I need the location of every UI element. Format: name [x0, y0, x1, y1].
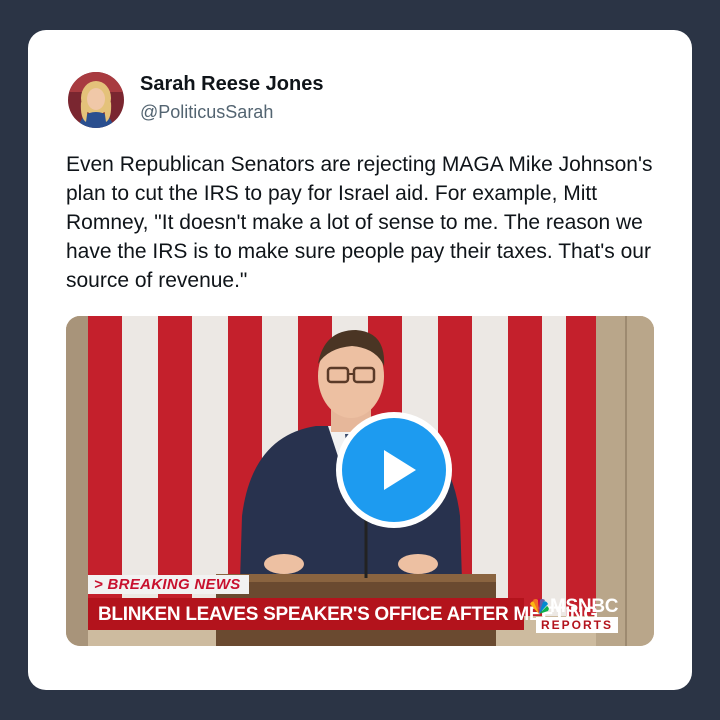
peacock-icon: [530, 598, 549, 614]
author-handle[interactable]: @PoliticusSarah: [140, 102, 273, 123]
chyron-bar: BLINKEN LEAVES SPEAKER'S OFFICE AFTER ME…: [88, 598, 598, 630]
network-logo: MSNBC REPORTS: [528, 596, 652, 634]
tweet-text: Even Republican Senators are rejecting M…: [66, 153, 653, 292]
network-subtitle: REPORTS: [536, 617, 619, 633]
avatar[interactable]: [68, 72, 124, 128]
network-name: MSNBC: [550, 596, 619, 617]
author-name[interactable]: Sarah Reese Jones: [140, 73, 323, 96]
play-button[interactable]: [336, 412, 452, 528]
chyron-headline: BLINKEN LEAVES SPEAKER'S OFFICE AFTER ME…: [98, 604, 598, 625]
play-icon: [342, 418, 446, 522]
breaking-news-label: > BREAKING NEWS: [88, 575, 249, 594]
tweet-card: Sarah Reese Jones @PoliticusSarah Even R…: [28, 30, 692, 690]
video-player[interactable]: > BREAKING NEWS BLINKEN LEAVES SPEAKER'S…: [66, 316, 654, 646]
